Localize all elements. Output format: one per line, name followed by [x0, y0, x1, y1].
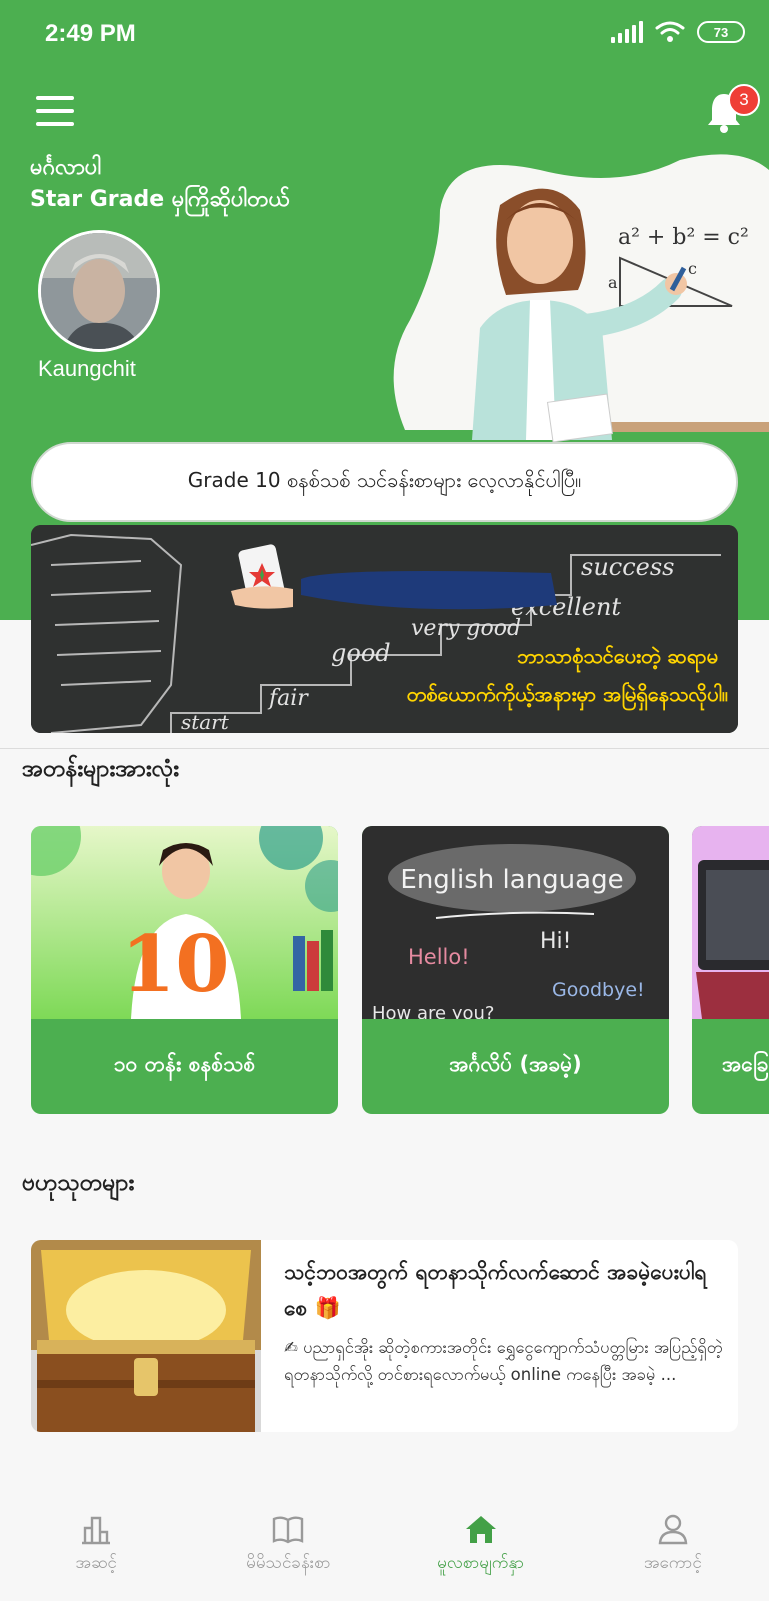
account-icon — [658, 1514, 688, 1545]
article-title: သင့်ဘဝအတွက် ရတနာသိုက်လက်ဆောင် အခမဲ့ပေးပါ… — [284, 1260, 707, 1320]
nav-item-ranking[interactable]: အဆင့် — [0, 1478, 192, 1601]
section-divider — [0, 748, 769, 749]
svg-text:a: a — [608, 273, 618, 292]
nav-label: အကောင့် — [643, 1553, 702, 1573]
status-bar: 2:49 PM 73 — [0, 0, 769, 68]
nav-label: မိမိသင်ခန်းစာ — [246, 1553, 331, 1573]
stair-start: start — [181, 710, 230, 733]
menu-icon[interactable] — [36, 96, 74, 126]
username: Kaungchit — [38, 356, 136, 381]
bottom-navigation: အဆင့် မိမိသင်ခန်းစာ မူလစာမျက်နှာ အကောင့် — [0, 1478, 769, 1601]
notifications-button[interactable]: 3 — [700, 84, 760, 134]
nav-item-home[interactable]: မူလစာမျက်နှာ — [385, 1478, 577, 1601]
course-label: အခြေ — [722, 1052, 769, 1076]
promo-text-line-2: တစ်ယောက်ကိုယ့်အနားမှာ အမြဲရှိနေသလိုပါ။ — [406, 682, 728, 706]
chalk-hi: Hi! — [540, 929, 571, 954]
english-chalk-title: English language — [400, 865, 623, 895]
course-label: အင်္ဂလိပ် (အခမဲ့) — [449, 1052, 582, 1076]
laptop-course-image — [692, 826, 769, 1019]
signal-icon — [611, 21, 643, 43]
greeting: မင်္ဂလာပါ Star Grade မှကြိုဆိုပါတယ် — [30, 152, 290, 216]
greeting-line-1: မင်္ဂလာပါ — [30, 155, 102, 180]
nav-item-account[interactable]: အကောင့် — [577, 1478, 769, 1601]
nav-item-my-lessons[interactable]: မိမိသင်ခန်းစာ — [192, 1478, 384, 1601]
course-label: ၁၀ တန်း စနစ်သစ် — [113, 1052, 256, 1076]
ranking-icon — [82, 1516, 111, 1545]
stair-very-good: very good — [411, 616, 521, 641]
teacher-illustration: a² + b² = c² a c — [380, 150, 769, 450]
wifi-icon — [655, 21, 685, 42]
svg-text:c: c — [688, 259, 697, 278]
courses-section-title: အတန်းများအားလုံး — [22, 756, 180, 782]
course-carousel[interactable]: 10 ၁၀ တန်း စနစ်သစ် English language Hi! … — [0, 826, 769, 1116]
stair-success: success — [581, 553, 675, 581]
chalk-goodbye: Goodbye! — [552, 979, 645, 1001]
grade10-number: 10 — [121, 919, 230, 1010]
chalk-hello: Hello! — [408, 945, 470, 969]
english-course-image: English language Hi! Hello! Goodbye! How… — [362, 826, 669, 1019]
article-card[interactable]: သင့်ဘဝအတွက် ရတနာသိုက်လက်ဆောင် အခမဲ့ပေးပါ… — [31, 1240, 738, 1432]
stair-good: good — [331, 639, 391, 667]
promo-text-line-1: ဘာသာစုံသင်ပေးတဲ့ ဆရာမ — [517, 644, 718, 668]
chalk-how-are-you: How are you? — [372, 1003, 494, 1019]
formula-text: a² + b² = c² — [618, 225, 749, 250]
notification-badge: 3 — [728, 84, 760, 116]
promo-banner[interactable]: start fair good very good excellent succ… — [31, 525, 738, 733]
status-icons: 73 — [611, 20, 745, 44]
battery-icon: 73 — [697, 21, 745, 43]
course-card-grade10[interactable]: 10 ၁၀ တန်း စနစ်သစ် — [31, 826, 338, 1114]
nav-label: မူလစာမျက်နှာ — [437, 1553, 525, 1573]
stair-fair: fair — [267, 686, 309, 711]
greeting-line-2: Star Grade မှကြိုဆိုပါတယ် — [30, 187, 290, 212]
book-icon — [273, 1516, 304, 1544]
article-excerpt: ✍ ပညာရှင်အိုး ဆိုတဲ့စကားအတိုင်း ရွှေငွေက… — [284, 1338, 723, 1384]
articles-section-title: ဗဟုသုတများ — [22, 1170, 135, 1196]
grade10-course-image: 10 — [31, 826, 338, 1019]
course-card-english[interactable]: English language Hi! Hello! Goodbye! How… — [362, 826, 669, 1114]
home-icon — [465, 1516, 496, 1543]
avatar[interactable] — [38, 230, 160, 352]
course-card-partial[interactable]: အခြေ — [692, 826, 769, 1114]
nav-label: အဆင့် — [75, 1553, 117, 1573]
announcement-banner[interactable]: Grade 10 စနစ်သစ် သင်ခန်းစာများ လေ့လာနိုင… — [31, 442, 738, 522]
status-time: 2:49 PM — [45, 20, 136, 47]
treasure-chest-image — [31, 1240, 261, 1432]
